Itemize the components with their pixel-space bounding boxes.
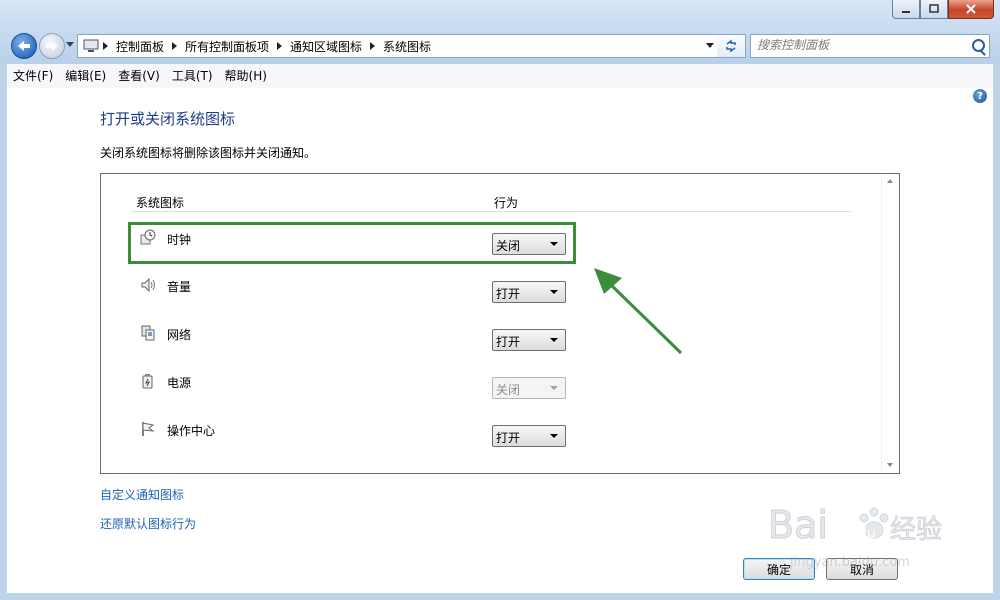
network-icon	[141, 325, 155, 341]
maximize-icon	[929, 4, 939, 13]
row-name-network: 网络	[167, 328, 192, 342]
breadcrumb-item-control-panel[interactable]: 控制面板	[110, 38, 170, 55]
restore-default-behavior-link[interactable]: 还原默认图标行为	[100, 515, 196, 532]
speaker-icon	[141, 277, 155, 293]
watermark-brand-2: du	[858, 526, 876, 542]
menu-help[interactable]: 帮助(H)	[219, 64, 273, 88]
address-bar[interactable]: 控制面板 所有控制面板项 通知区域图标 系统图标	[77, 34, 719, 58]
minimize-icon	[902, 11, 910, 13]
chevron-down-icon	[550, 386, 558, 390]
scroll-down-icon[interactable]	[887, 463, 893, 467]
close-button[interactable]	[948, 0, 994, 19]
system-icons-list: 系统图标 行为 时钟 关闭 音量 打开 网络 打开 电源 关闭 操作中心 打开	[100, 173, 900, 474]
row-name-action-center: 操作中心	[167, 424, 216, 438]
row-name-power: 电源	[167, 376, 192, 390]
page-description: 关闭系统图标将删除该图标并关闭通知。	[100, 146, 317, 160]
annotation-arrow-icon	[594, 268, 683, 355]
annotation-highlight-box	[128, 222, 576, 264]
page-title: 打开或关闭系统图标	[100, 110, 236, 128]
maximize-button[interactable]	[920, 0, 948, 19]
breadcrumb-separator	[172, 42, 178, 50]
breadcrumb-item-notification-icons[interactable]: 通知区域图标	[284, 38, 368, 55]
behavior-select-network[interactable]: 打开	[492, 329, 566, 351]
watermark-url: jingyan.baidu.com	[789, 555, 910, 570]
address-history-dropdown[interactable]	[706, 43, 714, 48]
forward-button[interactable]	[39, 33, 65, 59]
breadcrumb-separator	[370, 42, 376, 50]
recent-pages-dropdown[interactable]	[66, 42, 74, 47]
refresh-button[interactable]	[717, 34, 746, 58]
chevron-down-icon	[550, 290, 558, 294]
breadcrumb-separator	[277, 42, 283, 50]
arrow-right-icon	[46, 41, 58, 51]
watermark-cn: 经验	[890, 515, 942, 545]
menu-view[interactable]: 查看(V)	[112, 64, 166, 88]
breadcrumb-item-system-icons[interactable]: 系统图标	[377, 38, 437, 55]
search-icon[interactable]	[972, 39, 985, 52]
menu-bar: 文件(F) 编辑(E) 查看(V) 工具(T) 帮助(H)	[7, 64, 993, 89]
window-caption-buttons	[892, 0, 994, 20]
list-scrollbar[interactable]	[881, 174, 899, 473]
behavior-select-volume[interactable]: 打开	[492, 281, 566, 303]
row-name-volume: 音量	[167, 280, 192, 294]
help-icon[interactable]: ?	[973, 89, 987, 103]
back-button[interactable]	[11, 33, 37, 59]
watermark-brand: Bai	[768, 503, 828, 547]
menu-edit[interactable]: 编辑(E)	[59, 64, 112, 88]
breadcrumb-item-all-items[interactable]: 所有控制面板项	[179, 38, 275, 55]
scroll-up-icon[interactable]	[887, 179, 893, 183]
menu-file[interactable]: 文件(F)	[7, 64, 59, 88]
baidu-watermark: Bai du 经验 jingyan.baidu.com	[768, 503, 943, 571]
minimize-button[interactable]	[892, 0, 920, 19]
behavior-select-power: 关闭	[492, 377, 566, 399]
power-icon	[142, 374, 153, 389]
column-header-icon: 系统图标	[136, 196, 185, 210]
arrow-left-icon	[18, 41, 30, 51]
column-header-behavior: 行为	[494, 196, 519, 210]
behavior-select-action-center[interactable]: 打开	[492, 425, 566, 447]
refresh-icon	[726, 39, 736, 53]
menu-tools[interactable]: 工具(T)	[166, 64, 219, 88]
customize-notification-icons-link[interactable]: 自定义通知图标	[100, 486, 184, 503]
header-divider	[131, 211, 851, 212]
close-icon	[966, 4, 976, 14]
search-box[interactable]	[750, 34, 990, 58]
breadcrumb-separator	[103, 42, 108, 50]
computer-icon	[83, 39, 99, 52]
chevron-down-icon	[550, 434, 558, 438]
search-input[interactable]	[757, 38, 962, 52]
flag-icon	[142, 422, 155, 436]
chevron-down-icon	[550, 338, 558, 342]
